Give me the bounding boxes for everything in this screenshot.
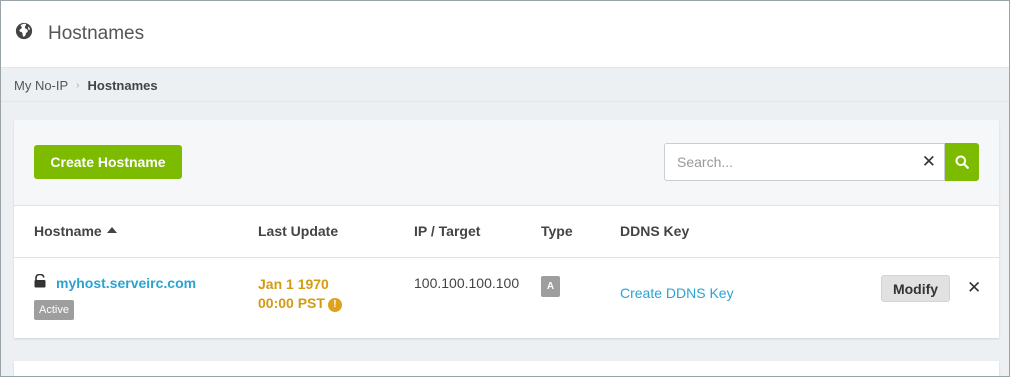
column-ddns-key: DDNS Key <box>620 223 689 239</box>
card-toolbar: Create Hostname ✕ <box>14 120 999 206</box>
column-ddns-key-label: DDNS Key <box>620 223 690 239</box>
search-button[interactable] <box>945 143 979 181</box>
page-header: Hostnames <box>1 1 1009 68</box>
breadcrumb-current: Hostnames <box>87 78 158 93</box>
last-update-time-line: 00:00 PST! <box>258 294 342 313</box>
last-update-date: Jan 1 1970 <box>258 276 329 292</box>
clear-search-icon[interactable]: ✕ <box>922 152 936 172</box>
last-update: Jan 1 1970 00:00 PST! <box>258 275 342 313</box>
column-type: Type <box>541 223 573 239</box>
secondary-card <box>14 361 999 377</box>
table-row: myhost.serveirc.com Active Jan 1 1970 00… <box>14 258 999 338</box>
unlocked-icon <box>34 274 46 288</box>
hostname-link[interactable]: myhost.serveirc.com <box>56 275 196 291</box>
search-input[interactable] <box>677 154 907 170</box>
column-ip-target: IP / Target <box>414 223 480 239</box>
sort-ascending-icon <box>106 227 117 233</box>
search-box: ✕ <box>664 143 945 181</box>
delete-icon[interactable]: ✕ <box>967 278 981 298</box>
column-type-label: Type <box>541 223 573 239</box>
ip-target: 100.100.100.100 <box>414 275 520 291</box>
modify-button[interactable]: Modify <box>881 275 950 302</box>
breadcrumb: My No-IP › Hostnames <box>14 78 158 93</box>
breadcrumb-root[interactable]: My No-IP <box>14 78 68 93</box>
globe-icon <box>15 22 33 40</box>
column-hostname[interactable]: Hostname <box>34 223 117 239</box>
create-ddns-key-link[interactable]: Create DDNS Key <box>620 285 734 301</box>
create-hostname-button[interactable]: Create Hostname <box>34 145 182 179</box>
warning-icon[interactable]: ! <box>327 298 342 312</box>
column-ip-target-label: IP / Target <box>414 223 481 239</box>
hostnames-card: Create Hostname ✕ Hostname Last Update I… <box>14 120 999 338</box>
search-icon <box>955 155 969 169</box>
breadcrumb-separator-icon: › <box>76 80 80 91</box>
divider <box>1 101 1009 102</box>
last-update-time: 00:00 PST <box>258 295 325 311</box>
status-badge: Active <box>34 300 74 320</box>
record-type-badge: A <box>541 276 560 297</box>
column-last-update-label: Last Update <box>258 223 339 239</box>
table-header: Hostname Last Update IP / Target Type DD… <box>14 206 999 258</box>
column-hostname-label: Hostname <box>34 223 102 239</box>
column-last-update: Last Update <box>258 223 338 239</box>
page-title: Hostnames <box>48 23 145 44</box>
